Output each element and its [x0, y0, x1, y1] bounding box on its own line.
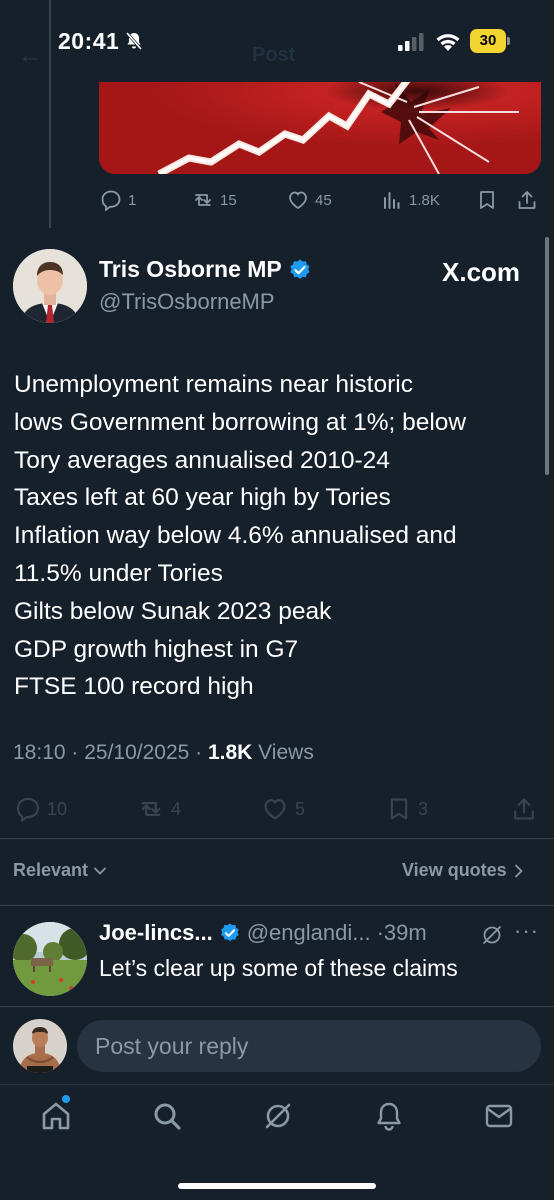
wifi-icon	[436, 34, 460, 51]
post-text-line: Unemployment remains near historic	[14, 371, 413, 398]
views-label: Views	[252, 741, 314, 764]
thread-line	[49, 0, 51, 228]
view-quotes-link[interactable]: View quotes	[402, 860, 525, 881]
post-text-line: Inflation way below 4.6% annualised and	[14, 522, 457, 550]
share-action[interactable]	[516, 189, 538, 211]
post-text-line: FTSE 100 record high	[14, 673, 254, 701]
views-count: 1.8K	[409, 191, 440, 209]
post-text-line: GDP growth highest in G7	[14, 635, 299, 663]
battery-level: 30	[470, 29, 506, 53]
sort-dropdown[interactable]: Relevant	[13, 860, 108, 881]
notifications-icon	[377, 1102, 401, 1131]
repost-icon	[195, 194, 211, 206]
reply-input[interactable]: Post your reply	[77, 1020, 541, 1072]
reply-count: 1	[128, 191, 137, 209]
reply-icon	[16, 797, 40, 822]
verified-badge-icon	[290, 259, 310, 279]
grok-icon	[265, 1103, 291, 1129]
main-like-action[interactable]: 5	[261, 796, 305, 822]
grok-icon[interactable]	[481, 924, 503, 946]
reply-action[interactable]: 1	[100, 189, 136, 211]
divider	[0, 838, 554, 839]
reply-icon	[101, 190, 121, 211]
reply-author-handle[interactable]: @englandi...	[247, 920, 371, 946]
home-notification-dot	[62, 1095, 70, 1103]
chevron-right-icon	[514, 864, 523, 877]
battery-icon: 30	[470, 29, 510, 53]
sort-label: Relevant	[13, 860, 89, 880]
scrollbar[interactable]	[545, 237, 549, 475]
bookmark-count: 3	[418, 798, 429, 819]
previous-post-image[interactable]	[99, 82, 541, 174]
post-text-line: 11.5% under Tories	[14, 559, 223, 587]
reply-author-avatar[interactable]	[13, 922, 87, 996]
tab-home[interactable]	[40, 1100, 72, 1132]
cellular-signal-icon	[398, 33, 424, 51]
home-icon	[42, 1102, 70, 1130]
x-watermark: X.com	[442, 257, 521, 287]
bookmark-icon	[390, 798, 408, 820]
main-reply-action[interactable]: 10	[15, 796, 67, 822]
user-avatar[interactable]	[13, 1019, 67, 1073]
reply-time: ·39m	[376, 920, 427, 945]
share-icon	[518, 191, 536, 209]
tab-grok[interactable]	[262, 1100, 294, 1132]
back-arrow-icon[interactable]: ←	[18, 42, 42, 70]
post-meta: 18:10 · 25/10/2025 · 1.8K Views	[13, 741, 314, 765]
repost-count: 4	[171, 798, 182, 819]
share-icon	[514, 798, 534, 820]
repost-count: 15	[220, 191, 237, 209]
heart-icon	[289, 191, 307, 210]
status-time: 20:41	[58, 28, 120, 54]
like-count: 45	[315, 191, 332, 209]
reply-text: Let’s clear up some of these claims	[99, 955, 458, 981]
divider	[0, 1006, 554, 1007]
author-handle[interactable]: @TrisOsborneMP	[99, 289, 275, 315]
post-text-line: Gilts below Sunak 2023 peak	[14, 597, 332, 625]
tab-bar-divider	[0, 1084, 554, 1085]
like-action[interactable]: 45	[287, 189, 332, 211]
tab-messages[interactable]	[483, 1100, 515, 1132]
more-options-icon[interactable]: ···	[514, 918, 539, 944]
main-share-action[interactable]	[511, 796, 537, 822]
reply-count: 10	[47, 798, 68, 819]
chevron-down-icon	[94, 867, 106, 874]
home-indicator[interactable]	[178, 1183, 376, 1189]
header-title: Post	[252, 44, 296, 66]
bookmark-icon	[480, 191, 494, 209]
heart-icon	[264, 799, 286, 820]
tab-notifications[interactable]	[373, 1100, 405, 1132]
search-icon	[154, 1103, 181, 1130]
author-avatar[interactable]	[13, 249, 87, 323]
post-timestamp: 18:10 · 25/10/2025 ·	[13, 741, 208, 764]
bookmark-action[interactable]	[476, 189, 498, 211]
views-action[interactable]: 1.8K	[381, 189, 440, 211]
like-count: 5	[295, 798, 306, 819]
repost-icon	[141, 802, 161, 816]
reply-author-name[interactable]: Joe-lincs...	[99, 920, 213, 946]
verified-badge-icon	[220, 923, 239, 942]
post-text-line: Tory averages annualised 2010-24	[14, 446, 390, 474]
main-repost-action[interactable]: 4	[137, 796, 181, 822]
divider	[0, 905, 554, 906]
author-name[interactable]: Tris Osborne MP	[99, 256, 282, 283]
post-text: Unemployment remains near historic lows …	[14, 366, 544, 706]
view-quotes-label: View quotes	[402, 860, 507, 880]
main-bookmark-action[interactable]: 3	[386, 796, 428, 822]
views-icon	[384, 192, 400, 209]
messages-icon	[485, 1104, 513, 1128]
views-count[interactable]: 1.8K	[208, 741, 252, 764]
bell-slash-icon	[125, 32, 143, 50]
repost-action[interactable]: 15	[192, 189, 237, 211]
post-text-line: Taxes left at 60 year high by Tories	[14, 484, 391, 512]
tab-search[interactable]	[151, 1100, 183, 1132]
post-text-line: lows Government borrowing at 1%; below	[14, 408, 467, 436]
